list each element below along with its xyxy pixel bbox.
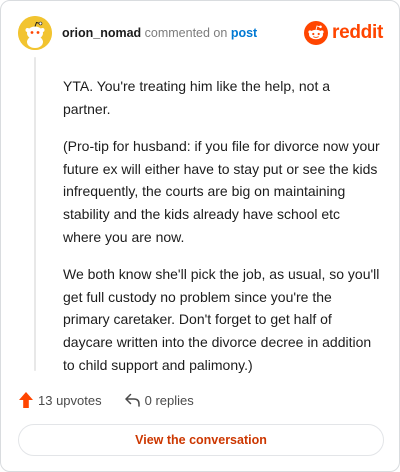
comment-paragraph: (Pro-tip for husband: if you file for di… <box>63 138 380 245</box>
byline: orion_nomad commented on post <box>62 26 257 40</box>
snoo-avatar-icon[interactable] <box>18 16 52 50</box>
reddit-logo-icon <box>304 21 329 45</box>
byline-action-text: commented on <box>144 26 228 40</box>
reply-arrow-icon <box>124 393 140 407</box>
upvote-arrow-icon <box>19 392 33 408</box>
comment-paragraph: YTA. You're treating him like the help, … <box>63 78 331 117</box>
post-link[interactable]: post <box>231 26 257 40</box>
comment-body: YTA. You're treating him like the help, … <box>63 75 381 391</box>
reddit-brand-link[interactable]: reddit <box>304 21 383 45</box>
replies-count: 0 replies <box>144 392 194 408</box>
comment-header: orion_nomad commented on post reddit <box>18 16 383 50</box>
comment-embed-card: orion_nomad commented on post reddit YTA… <box>0 0 400 472</box>
thread-line <box>34 57 36 371</box>
replies-button[interactable]: 0 replies <box>124 392 194 408</box>
username-link[interactable]: orion_nomad <box>62 26 141 40</box>
brand-name: reddit <box>332 22 383 43</box>
comment-paragraph: We both know she'll pick the job, as usu… <box>63 266 380 373</box>
comment-actions: 13 upvotes 0 replies <box>18 389 194 411</box>
upvotes-count: 13 upvotes <box>38 392 102 408</box>
upvote-button[interactable]: 13 upvotes <box>18 391 102 409</box>
view-conversation-button[interactable]: View the conversation <box>18 424 384 456</box>
